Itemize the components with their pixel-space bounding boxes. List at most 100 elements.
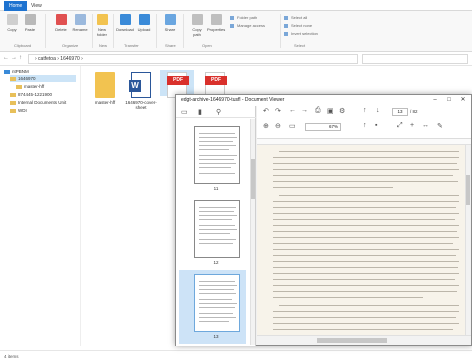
properties-icon bbox=[210, 14, 222, 25]
tree-item[interactable]: 874445-1221900 bbox=[10, 91, 52, 98]
file-item[interactable]: master-hff bbox=[88, 72, 122, 105]
back-button[interactable]: ← bbox=[3, 55, 9, 61]
minimize-button[interactable]: – bbox=[428, 95, 442, 106]
zoom-in-icon[interactable]: ⊕ bbox=[263, 122, 269, 130]
group-clipboard: Clipboard bbox=[14, 43, 32, 48]
page-number-input[interactable]: 13 bbox=[392, 108, 408, 116]
paste-button[interactable]: Paste bbox=[21, 14, 39, 32]
tree-item[interactable]: master-hff bbox=[16, 83, 44, 90]
page-text-line bbox=[273, 311, 459, 312]
folder-icon bbox=[10, 92, 16, 97]
select-all-item[interactable]: Select all bbox=[284, 15, 307, 21]
thumbnail-item[interactable]: 12 bbox=[179, 196, 246, 270]
add-icon[interactable]: + bbox=[410, 122, 414, 129]
tab-home[interactable]: Home bbox=[4, 1, 28, 11]
download-button[interactable]: Download bbox=[116, 14, 134, 32]
tab-view[interactable]: View bbox=[26, 1, 47, 11]
back-icon[interactable]: ← bbox=[289, 107, 296, 114]
scroll-up-icon[interactable]: ↑ bbox=[363, 122, 367, 129]
scrollbar-thumb[interactable] bbox=[251, 159, 255, 199]
upload-button[interactable]: Upload bbox=[135, 14, 153, 32]
thumbnail-pane: ▭ ▮ ⚲ 11 12 13 bbox=[176, 106, 256, 346]
page-text-line bbox=[273, 279, 455, 280]
settings-icon[interactable]: ⚙ bbox=[339, 107, 345, 115]
fit-width-icon[interactable]: ▭ bbox=[289, 122, 296, 130]
thumbnail-text bbox=[199, 219, 232, 220]
delete-button[interactable]: Delete bbox=[52, 14, 70, 32]
thumbnail-text bbox=[199, 215, 237, 216]
address-input[interactable]: › catfetoa › 1646970 › bbox=[28, 54, 358, 64]
file-item-selected[interactable]: PDF bbox=[160, 70, 194, 98]
save-icon[interactable]: ▣ bbox=[327, 107, 334, 115]
invert-selection-item[interactable]: Invert selection bbox=[284, 31, 318, 37]
up-button[interactable]: ↑ bbox=[19, 55, 22, 61]
copy-path-button[interactable]: Copy path bbox=[188, 14, 206, 37]
tree-item[interactable]: Internal Documents Unit bbox=[10, 99, 66, 106]
ribbon-separator bbox=[113, 14, 114, 48]
fit-page-icon[interactable]: ⤢ bbox=[397, 122, 403, 130]
previous-page-icon[interactable]: ↑ bbox=[363, 107, 367, 114]
page-text-line bbox=[273, 213, 459, 214]
rotate-left-icon[interactable]: ↶ bbox=[263, 107, 269, 115]
page-text-line bbox=[273, 231, 457, 232]
tree-item[interactable]: ntPBNM bbox=[4, 68, 29, 75]
new-folder-button[interactable]: New folder bbox=[93, 14, 111, 37]
pane-splitter[interactable] bbox=[80, 66, 81, 346]
search-icon[interactable]: ⚲ bbox=[216, 108, 221, 116]
thumbnail-scrollbar[interactable] bbox=[250, 119, 255, 345]
select-none-item[interactable]: Select none bbox=[284, 23, 312, 29]
page-icon[interactable]: ▭ bbox=[181, 108, 188, 116]
forward-icon[interactable]: → bbox=[301, 107, 308, 114]
folder-path-item[interactable]: Folder path bbox=[230, 15, 257, 21]
folder-icon bbox=[10, 100, 16, 105]
page-scrollbar[interactable] bbox=[465, 145, 470, 335]
search-input[interactable] bbox=[362, 54, 468, 64]
copy-icon bbox=[6, 14, 18, 25]
thumbnail-text bbox=[199, 137, 237, 138]
bookmark-icon[interactable]: ▮ bbox=[198, 108, 202, 116]
thumbnail-item[interactable]: 11 bbox=[179, 120, 246, 194]
page-text-line bbox=[273, 207, 456, 208]
tree-item-selected[interactable]: 1646970 bbox=[10, 75, 76, 82]
zoom-out-icon[interactable]: ⊖ bbox=[275, 122, 281, 130]
rename-icon bbox=[74, 14, 86, 25]
word-document-icon: W bbox=[129, 72, 151, 98]
print-icon[interactable]: ⎙ bbox=[315, 107, 321, 115]
ribbon-separator bbox=[183, 14, 184, 48]
rename-button[interactable]: Rename bbox=[71, 14, 89, 32]
copy-button[interactable]: Copy bbox=[3, 14, 21, 32]
thumbnail-text bbox=[199, 313, 233, 314]
thumbnail-text bbox=[199, 299, 232, 300]
thumbnail-item-selected[interactable]: 13 bbox=[179, 270, 246, 344]
scrollbar-thumb[interactable] bbox=[317, 338, 387, 343]
pan-icon[interactable]: ↔ bbox=[422, 122, 429, 129]
page-text-line bbox=[273, 187, 393, 188]
rotate-right-icon[interactable]: ↷ bbox=[275, 107, 281, 115]
thumbnail-text bbox=[199, 167, 231, 168]
page-horizontal-scrollbar[interactable] bbox=[257, 335, 471, 345]
page-thumbnail bbox=[194, 126, 240, 184]
close-button[interactable]: ✕ bbox=[456, 95, 470, 106]
zoom-level[interactable]: 67% bbox=[305, 123, 341, 131]
page-text-line bbox=[273, 285, 459, 286]
manage-access-item[interactable]: Manage access bbox=[230, 23, 265, 29]
page-text-line bbox=[273, 255, 456, 256]
group-new: New bbox=[99, 43, 108, 48]
pin-icon[interactable]: ✎ bbox=[437, 122, 443, 130]
page-text-line bbox=[273, 249, 459, 250]
tree-item[interactable]: WDI bbox=[10, 107, 27, 114]
share-button[interactable]: Share bbox=[161, 14, 179, 32]
forward-button[interactable]: → bbox=[11, 55, 17, 61]
navigation-tree: ntPBNM 1646970 master-hff 874445-1221900… bbox=[0, 66, 80, 346]
scrollbar-thumb[interactable] bbox=[466, 175, 470, 205]
maximize-button[interactable]: □ bbox=[442, 95, 456, 106]
document-page bbox=[257, 145, 465, 335]
next-page-icon[interactable]: ↓ bbox=[376, 107, 380, 114]
thumbnail-text bbox=[199, 317, 236, 318]
new-folder-icon bbox=[96, 14, 108, 25]
properties-button[interactable]: Properties bbox=[207, 14, 225, 32]
ribbon-tabs: Home View bbox=[0, 0, 472, 11]
bookmark-icon[interactable]: ▪ bbox=[375, 122, 377, 129]
paste-icon bbox=[24, 14, 36, 25]
file-item[interactable]: W 1646970-cover-sheet bbox=[124, 72, 158, 110]
